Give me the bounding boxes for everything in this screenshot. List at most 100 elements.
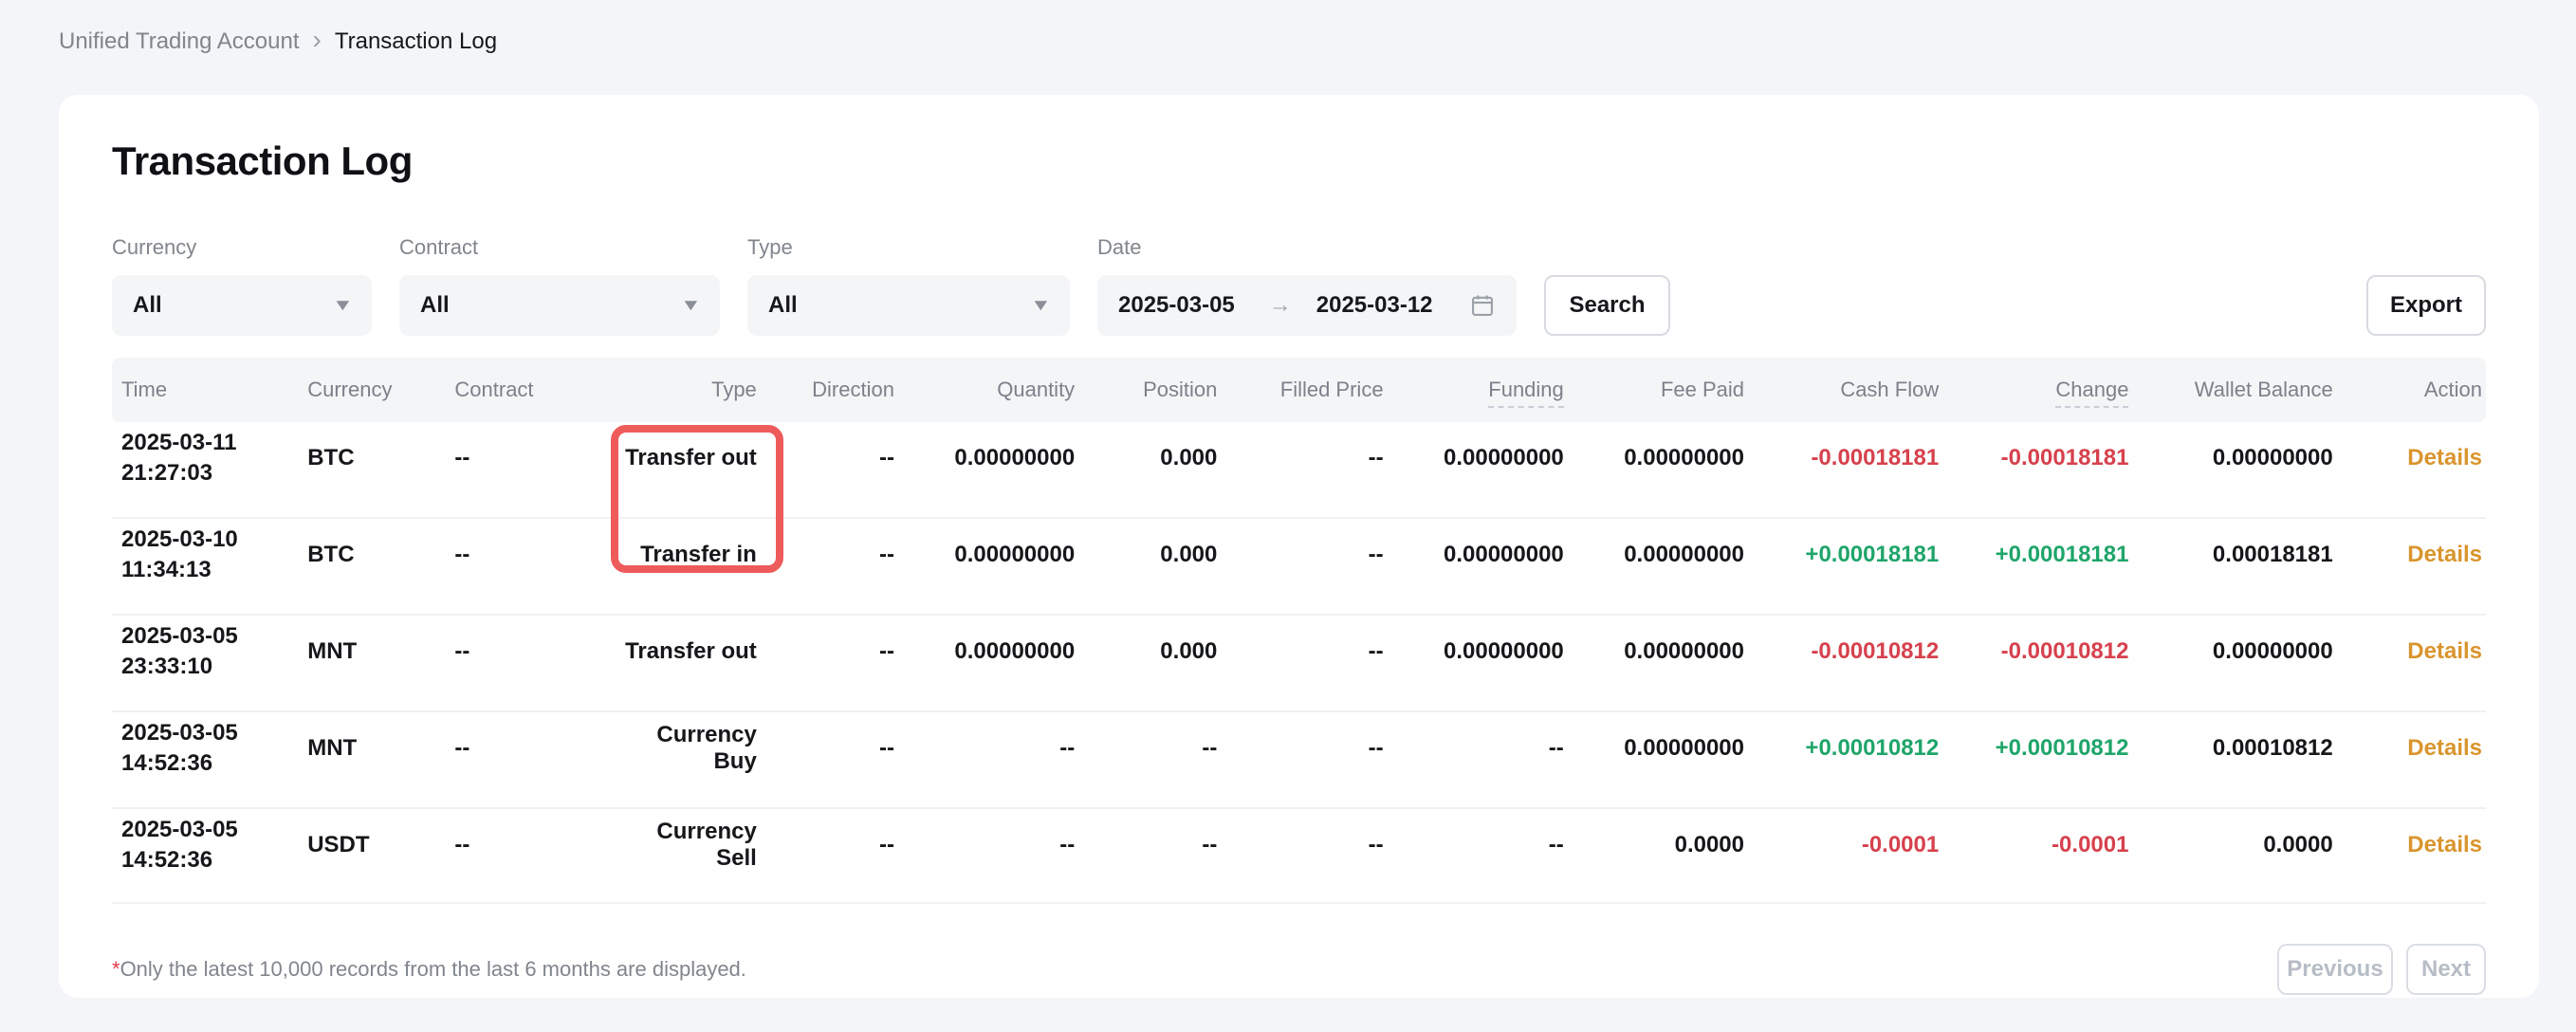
- cell-time-date: 2025-03-11: [121, 428, 277, 458]
- cell-position: --: [1090, 711, 1232, 808]
- column-header-position: Position: [1090, 358, 1232, 422]
- cell-type: Currency Buy: [601, 711, 772, 808]
- currency-filter-group: Currency All ▼: [112, 235, 372, 336]
- type-select-value: All: [768, 292, 798, 319]
- search-button[interactable]: Search: [1544, 275, 1670, 336]
- column-header-label: Wallet Balance: [2195, 378, 2333, 401]
- column-header-direction: Direction: [772, 358, 910, 422]
- cell-filled_price: --: [1232, 711, 1398, 808]
- column-header-label: Fee Paid: [1661, 378, 1744, 401]
- column-header-change[interactable]: Change: [1954, 358, 2144, 422]
- cell-change: +0.00018181: [1954, 518, 2144, 615]
- cell-type: Transfer out: [601, 422, 772, 518]
- cell-time-date: 2025-03-10: [121, 525, 277, 555]
- cell-currency: USDT: [292, 808, 439, 904]
- column-header-label: Position: [1143, 378, 1217, 401]
- column-header-funding[interactable]: Funding: [1399, 358, 1579, 422]
- details-link[interactable]: Details: [2407, 735, 2482, 761]
- cell-time-clock: 21:27:03: [121, 458, 277, 488]
- details-link[interactable]: Details: [2407, 832, 2482, 857]
- cell-contract: --: [439, 711, 600, 808]
- cell-fee_paid: 0.00000000: [1579, 615, 1759, 711]
- contract-select[interactable]: All ▼: [399, 275, 720, 336]
- cell-action: Details: [2348, 422, 2486, 518]
- date-filter-label: Date: [1097, 235, 1517, 260]
- breadcrumb-parent-link[interactable]: Unified Trading Account: [59, 28, 300, 55]
- cell-quantity: 0.00000000: [910, 615, 1090, 711]
- cell-contract: --: [439, 422, 600, 518]
- column-header-label: Direction: [812, 378, 894, 401]
- column-header-cash_flow: Cash Flow: [1759, 358, 1954, 422]
- table-header-row: TimeCurrencyContractTypeDirectionQuantit…: [112, 358, 2486, 422]
- column-header-type: Type: [601, 358, 772, 422]
- type-filter-label: Type: [747, 235, 1070, 260]
- cell-funding: 0.00000000: [1399, 518, 1579, 615]
- cell-time: 2025-03-1011:34:13: [112, 518, 292, 615]
- cell-direction: --: [772, 518, 910, 615]
- cell-quantity: --: [910, 711, 1090, 808]
- cell-wallet_balance: 0.00000000: [2144, 615, 2347, 711]
- transaction-table: TimeCurrencyContractTypeDirectionQuantit…: [112, 358, 2486, 904]
- date-range-picker[interactable]: 2025-03-05 → 2025-03-12: [1097, 275, 1517, 336]
- currency-filter-label: Currency: [112, 235, 372, 260]
- details-link[interactable]: Details: [2407, 542, 2482, 567]
- next-page-button[interactable]: Next: [2406, 944, 2486, 995]
- cell-time: 2025-03-0523:33:10: [112, 615, 292, 711]
- cell-position: --: [1090, 808, 1232, 904]
- cell-contract: --: [439, 518, 600, 615]
- cell-filled_price: --: [1232, 615, 1398, 711]
- cell-quantity: --: [910, 808, 1090, 904]
- calendar-icon: [1469, 292, 1496, 319]
- filter-bar: Currency All ▼ Contract All ▼ Type All ▼…: [112, 235, 2486, 336]
- arrow-right-icon: →: [1269, 292, 1292, 319]
- cell-funding: --: [1399, 808, 1579, 904]
- export-button[interactable]: Export: [2366, 275, 2486, 336]
- details-link[interactable]: Details: [2407, 638, 2482, 664]
- column-header-currency: Currency: [292, 358, 439, 422]
- cell-time: 2025-03-1121:27:03: [112, 422, 292, 518]
- column-header-label: Quantity: [997, 378, 1075, 401]
- cell-position: 0.000: [1090, 422, 1232, 518]
- cell-time-clock: 23:33:10: [121, 652, 277, 682]
- cell-funding: 0.00000000: [1399, 422, 1579, 518]
- type-select[interactable]: All ▼: [747, 275, 1070, 336]
- cell-direction: --: [772, 711, 910, 808]
- previous-page-button[interactable]: Previous: [2277, 944, 2393, 995]
- currency-select-value: All: [133, 292, 162, 319]
- cell-time-clock: 14:52:36: [121, 845, 277, 875]
- table-row: 2025-03-1121:27:03BTC--Transfer out--0.0…: [112, 422, 2486, 518]
- cell-funding: --: [1399, 711, 1579, 808]
- cell-currency: BTC: [292, 422, 439, 518]
- cell-fee_paid: 0.00000000: [1579, 518, 1759, 615]
- column-header-label: Cash Flow: [1840, 378, 1939, 401]
- cell-type: Currency Sell: [601, 808, 772, 904]
- column-header-label: Change: [2055, 378, 2128, 408]
- cell-change: -0.00010812: [1954, 615, 2144, 711]
- chevron-down-icon: ▼: [680, 296, 702, 315]
- cell-currency: MNT: [292, 711, 439, 808]
- table-footer: *Only the latest 10,000 records from the…: [112, 944, 2486, 995]
- cell-wallet_balance: 0.0000: [2144, 808, 2347, 904]
- pagination: Previous Next: [2277, 944, 2486, 995]
- cell-filled_price: --: [1232, 518, 1398, 615]
- cell-time: 2025-03-0514:52:36: [112, 808, 292, 904]
- cell-type: Transfer out: [601, 615, 772, 711]
- cell-wallet_balance: 0.00000000: [2144, 422, 2347, 518]
- cell-position: 0.000: [1090, 615, 1232, 711]
- cell-cash_flow: -0.00010812: [1759, 615, 1954, 711]
- contract-filter-label: Contract: [399, 235, 720, 260]
- cell-change: -0.00018181: [1954, 422, 2144, 518]
- cell-direction: --: [772, 615, 910, 711]
- chevron-down-icon: ▼: [1030, 296, 1052, 315]
- currency-select[interactable]: All ▼: [112, 275, 372, 336]
- cell-quantity: 0.00000000: [910, 518, 1090, 615]
- cell-cash_flow: -0.0001: [1759, 808, 1954, 904]
- details-link[interactable]: Details: [2407, 445, 2482, 470]
- cell-fee_paid: 0.0000: [1579, 808, 1759, 904]
- column-header-label: Filled Price: [1280, 378, 1384, 401]
- column-header-label: Currency: [307, 378, 392, 401]
- column-header-label: Funding: [1488, 378, 1564, 408]
- cell-filled_price: --: [1232, 808, 1398, 904]
- cell-direction: --: [772, 422, 910, 518]
- transaction-log-card: Transaction Log Currency All ▼ Contract …: [59, 95, 2539, 998]
